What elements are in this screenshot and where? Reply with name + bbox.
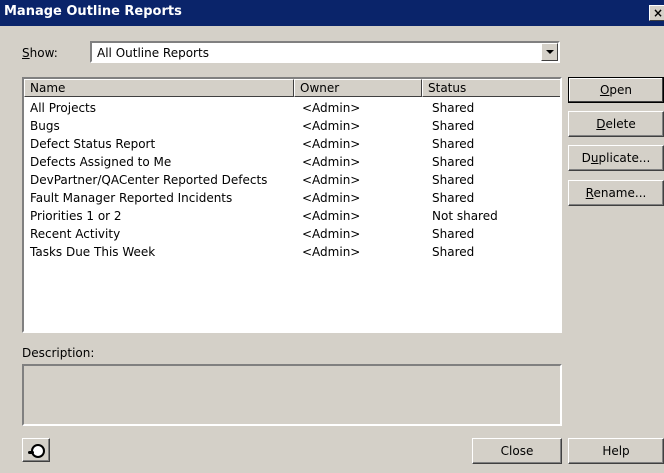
- help-button[interactable]: Help: [568, 438, 664, 464]
- report-owner: <Admin>: [302, 137, 361, 151]
- report-owner: <Admin>: [302, 101, 361, 115]
- show-filter-dropdown[interactable]: All Outline Reports: [90, 41, 560, 63]
- list-item[interactable]: Defects Assigned to Me <Admin> Shared: [24, 153, 560, 171]
- column-header-name[interactable]: Name: [24, 79, 294, 97]
- rename-label-post: ename...: [593, 186, 647, 200]
- duplicate-label-post: plicate...: [598, 151, 651, 165]
- report-name: Defects Assigned to Me: [30, 155, 172, 169]
- report-name: All Projects: [30, 101, 96, 115]
- open-button[interactable]: Open: [568, 77, 664, 103]
- help-hat-icon: [28, 444, 45, 458]
- report-owner: <Admin>: [302, 209, 361, 223]
- report-status: Shared: [432, 119, 475, 133]
- open-label-key: O: [599, 83, 610, 97]
- report-owner: <Admin>: [302, 155, 361, 169]
- list-item[interactable]: Recent Activity <Admin> Shared: [24, 225, 560, 243]
- delete-label-post: elete: [605, 117, 636, 131]
- column-header-owner[interactable]: Owner: [294, 79, 422, 97]
- report-status: Not shared: [432, 209, 498, 223]
- show-filter-value: All Outline Reports: [97, 46, 209, 60]
- report-owner: <Admin>: [302, 245, 361, 259]
- list-item[interactable]: Defect Status Report <Admin> Shared: [24, 135, 560, 153]
- list-header: Name Owner Status: [24, 79, 560, 97]
- close-button[interactable]: Close: [472, 438, 562, 464]
- title-bar: Manage Outline Reports ×: [0, 0, 664, 26]
- close-window-icon[interactable]: ×: [649, 5, 664, 21]
- open-label-post: pen: [609, 83, 633, 97]
- reports-list[interactable]: Name Owner Status All Projects <Admin> S…: [22, 77, 562, 333]
- report-name: Tasks Due This Week: [30, 245, 156, 259]
- column-header-status[interactable]: Status: [422, 79, 560, 97]
- report-owner: <Admin>: [302, 191, 361, 205]
- report-owner: <Admin>: [302, 227, 361, 241]
- report-status: Shared: [432, 227, 475, 241]
- description-field: [22, 364, 562, 426]
- report-name: Priorities 1 or 2: [30, 209, 122, 223]
- list-item[interactable]: DevPartner/QACenter Reported Defects <Ad…: [24, 171, 560, 189]
- report-name: Defect Status Report: [30, 137, 156, 151]
- show-label-accesskey: S: [22, 46, 30, 60]
- manage-outline-reports-dialog: Manage Outline Reports × Show: All Outli…: [0, 0, 664, 473]
- report-owner: <Admin>: [302, 119, 361, 133]
- duplicate-label-key: u: [590, 151, 599, 165]
- report-status: Shared: [432, 245, 475, 259]
- window-title: Manage Outline Reports: [4, 4, 182, 19]
- report-name: DevPartner/QACenter Reported Defects: [30, 173, 268, 187]
- report-name: Bugs: [30, 119, 60, 133]
- report-name: Recent Activity: [30, 227, 121, 241]
- list-item[interactable]: Priorities 1 or 2 <Admin> Not shared: [24, 207, 560, 225]
- list-item[interactable]: Bugs <Admin> Shared: [24, 117, 560, 135]
- description-label: Description:: [22, 346, 95, 360]
- report-status: Shared: [432, 173, 475, 187]
- delete-label-key: D: [596, 117, 606, 131]
- duplicate-label-pre: D: [581, 151, 591, 165]
- report-name: Fault Manager Reported Incidents: [30, 191, 233, 205]
- help-context-button[interactable]: [22, 438, 50, 462]
- report-owner: <Admin>: [302, 173, 361, 187]
- report-status: Shared: [432, 101, 475, 115]
- report-status: Shared: [432, 155, 475, 169]
- list-item[interactable]: Tasks Due This Week <Admin> Shared: [24, 243, 560, 261]
- chevron-down-icon[interactable]: [541, 43, 558, 61]
- rename-button[interactable]: Rename...: [568, 180, 664, 206]
- show-label-rest: how:: [29, 46, 58, 60]
- show-label: Show:: [22, 46, 58, 60]
- report-status: Shared: [432, 191, 475, 205]
- list-item[interactable]: Fault Manager Reported Incidents <Admin>…: [24, 189, 560, 207]
- list-item[interactable]: All Projects <Admin> Shared: [24, 99, 560, 117]
- report-status: Shared: [432, 137, 475, 151]
- delete-button[interactable]: Delete: [568, 111, 664, 137]
- duplicate-button[interactable]: Duplicate...: [568, 145, 664, 171]
